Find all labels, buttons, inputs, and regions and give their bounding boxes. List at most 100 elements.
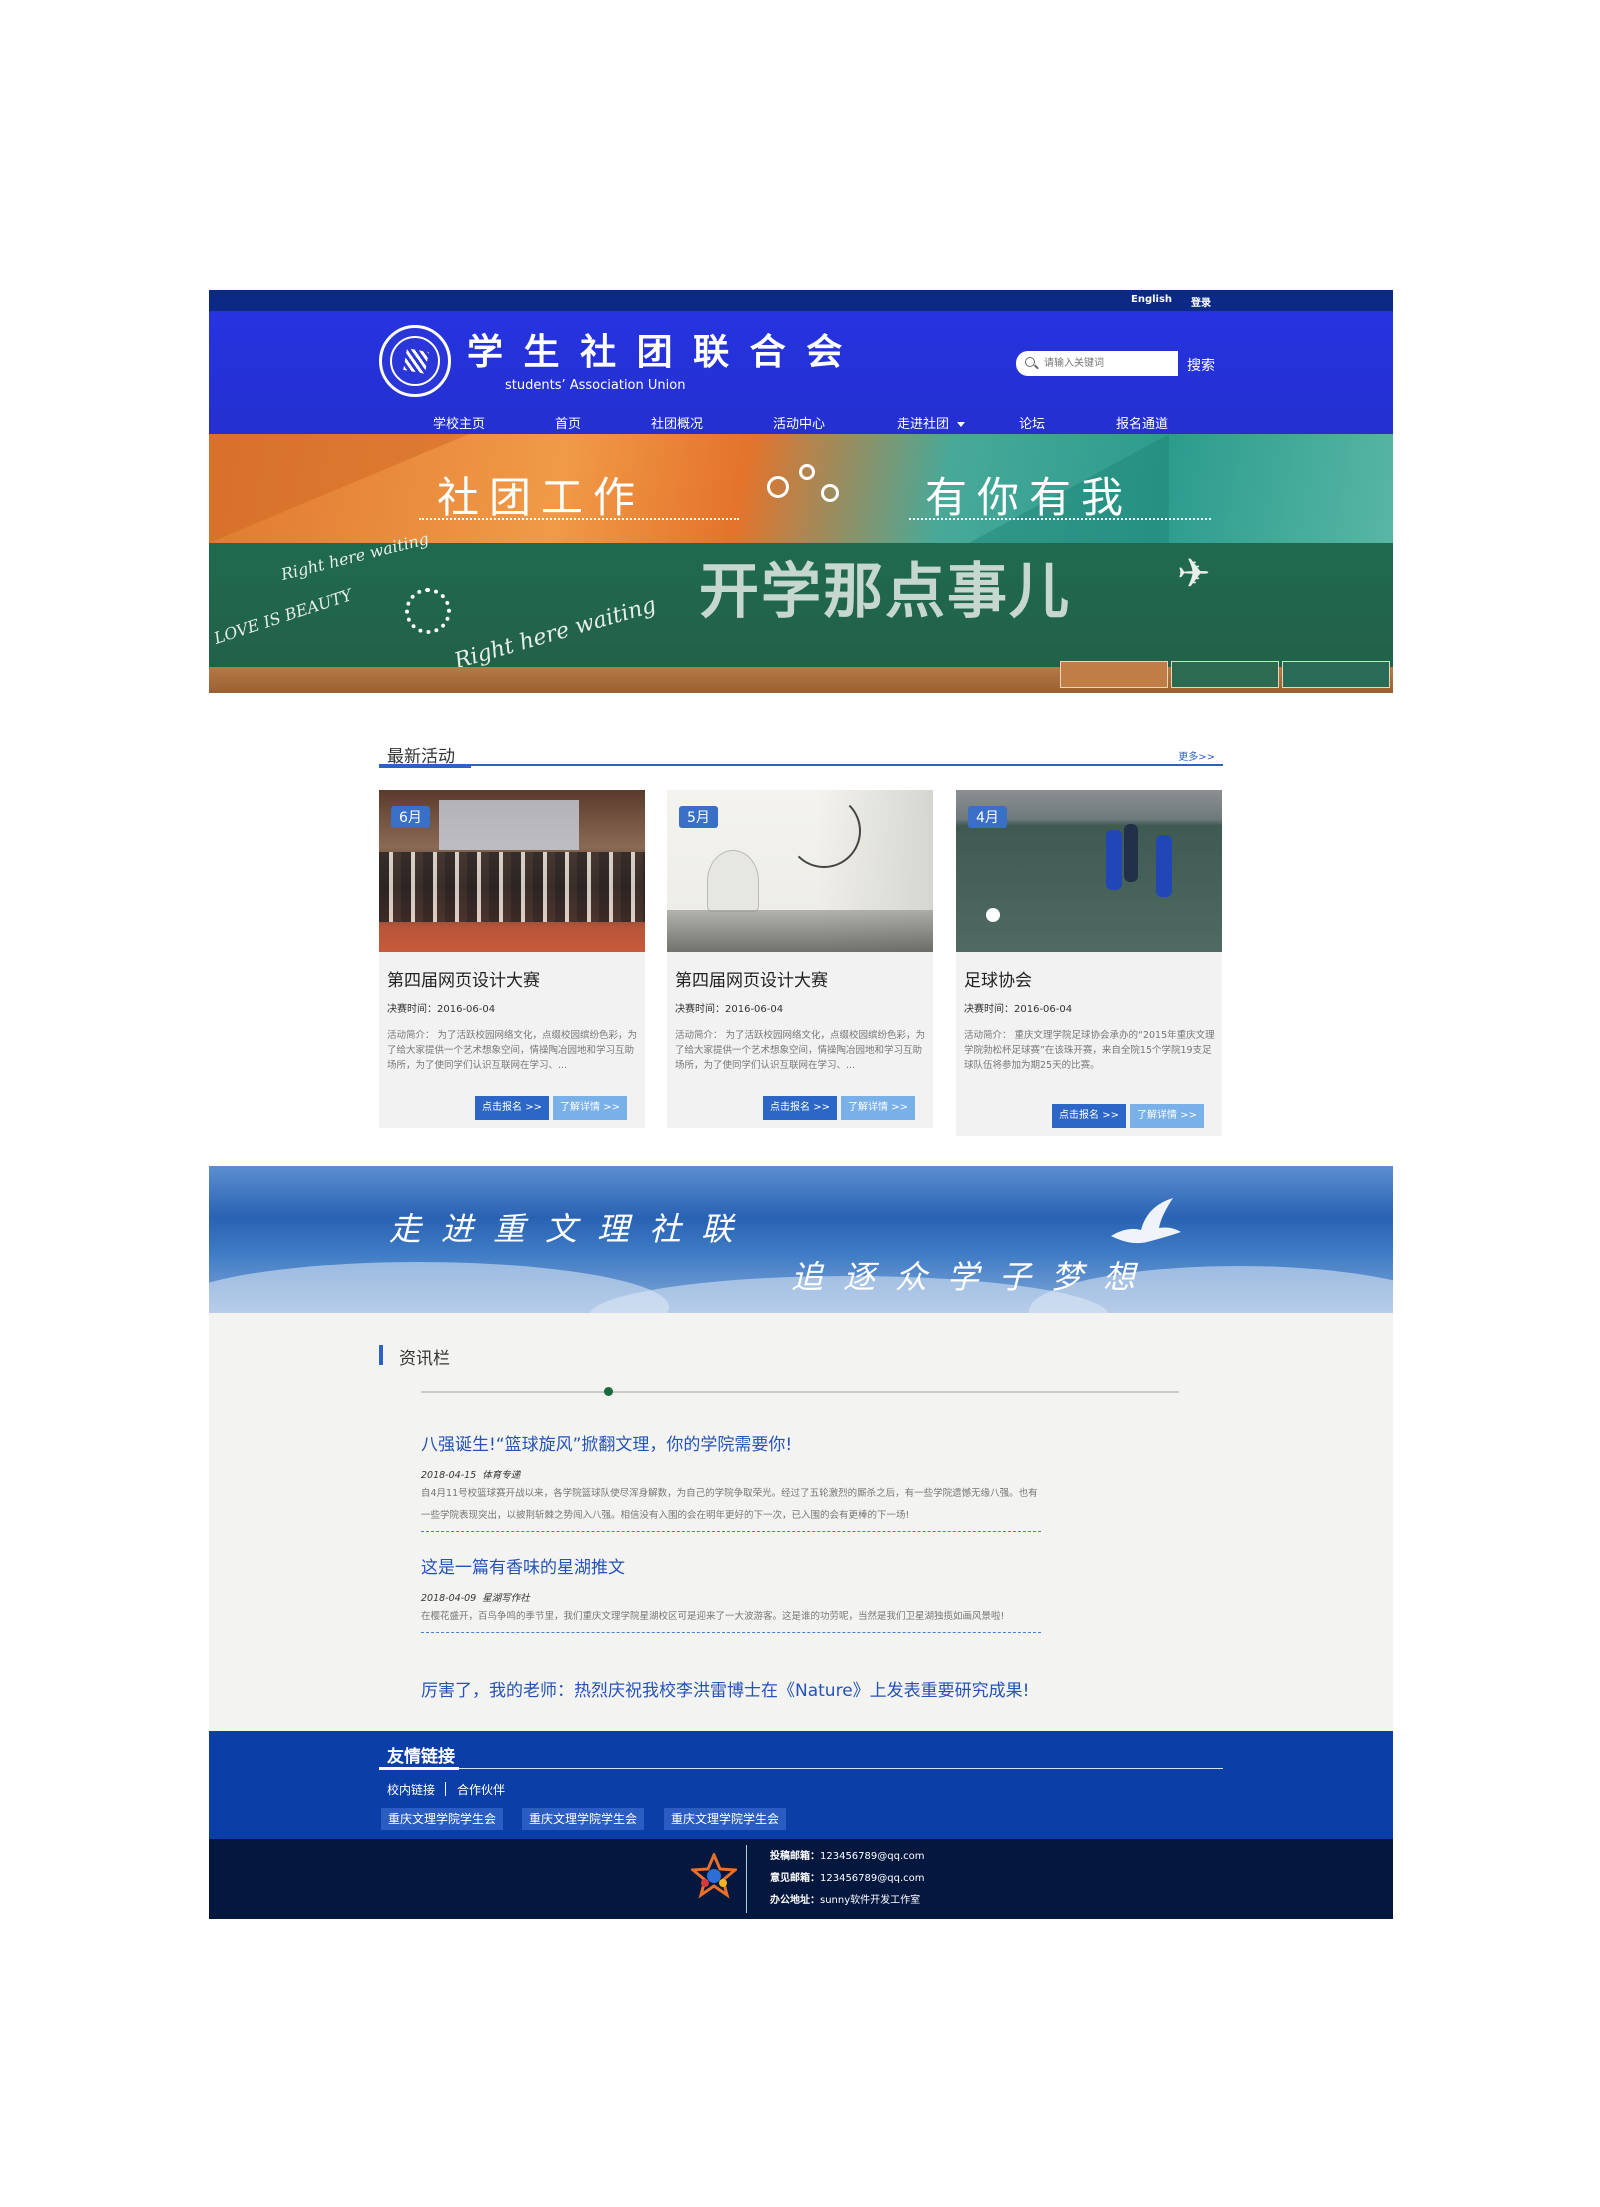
footer-value[interactable]: 123456789@qq.com (820, 1851, 925, 1862)
chalk-headline: 开学那点事儿 (699, 557, 1071, 627)
banner-chalkboard: 开学那点事儿 Right here waiting LOVE IS BEAUTY… (209, 529, 1393, 693)
english-link[interactable]: English (1131, 294, 1172, 305)
news-divider (421, 1391, 1179, 1393)
news-headline[interactable]: 厉害了，我的老师：热烈庆祝我校李洪雷博士在《Nature》上发表重要研究成果! (421, 1681, 1041, 1701)
ink-ground (667, 910, 933, 952)
nav-clubs[interactable]: 走进社团 (897, 413, 966, 432)
banner-thumb[interactable] (1282, 661, 1390, 688)
news-item: 厉害了，我的老师：热烈庆祝我校李洪雷博士在《Nature》上发表重要研究成果! (421, 1681, 1041, 1701)
sky-slogan-2: 追逐众学子梦想 (791, 1258, 1156, 1296)
tab-internal-links[interactable]: 校内链接 (387, 1781, 435, 1798)
signup-button[interactable]: 点击报名 >> (763, 1096, 837, 1120)
football (986, 908, 1000, 922)
site-logo[interactable] (379, 325, 451, 397)
sky-slogan-1: 走进重文理社联 (389, 1210, 754, 1248)
nav-overview[interactable]: 社团概况 (651, 413, 703, 432)
nav-home[interactable]: 首页 (555, 413, 581, 432)
news-meta: 2018-04-15 体育专递 (421, 1467, 1041, 1481)
tab-separator (445, 1782, 446, 1796)
logo-ring (390, 336, 440, 386)
signup-button[interactable]: 点击报名 >> (475, 1096, 549, 1120)
friend-link-chip[interactable]: 重庆文理学院学生会 (381, 1808, 504, 1830)
title-underline (379, 1767, 459, 1770)
activity-title[interactable]: 第四届网页设计大赛 (675, 966, 828, 991)
banner-thumb[interactable] (1171, 661, 1279, 688)
footer-value: sunny软件开发工作室 (820, 1895, 921, 1906)
lotus (707, 850, 759, 912)
footer-logo (691, 1853, 737, 1899)
molecule-icon (799, 464, 815, 480)
news-separator (421, 1531, 1041, 1532)
site-title: 学 生 社 团 联 合 会 (467, 331, 847, 373)
hero-banner: 社团工作 有你有我 开学那点事儿 Right here waiting LOVE… (209, 434, 1393, 693)
news-title: 资讯栏 (399, 1349, 450, 1369)
friend-link-chip[interactable]: 重庆文理学院学生会 (522, 1808, 645, 1830)
banner-headline-right: 有你有我 (925, 473, 1134, 522)
molecule-icon (767, 476, 789, 498)
footer-value[interactable]: 123456789@qq.com (820, 1873, 925, 1884)
news-headline[interactable]: 八强诞生!“篮球旋风”掀翻文理，你的学院需要你! (421, 1435, 1041, 1455)
activity-title[interactable]: 足球协会 (964, 966, 1032, 991)
activity-title[interactable]: 第四届网页设计大赛 (387, 966, 540, 991)
footer-label: 投稿邮箱： (770, 1851, 820, 1862)
news-headline[interactable]: 这是一篇有香味的星湖推文 (421, 1558, 1041, 1578)
paper-plane-icon: ✈ (1177, 551, 1211, 597)
details-button[interactable]: 了解详情 >> (841, 1096, 915, 1120)
top-utility-bar: English 登录 (209, 290, 1393, 311)
nav-school-home[interactable]: 学校主页 (433, 413, 485, 432)
footer-submit-email: 投稿邮箱：123456789@qq.com (770, 1847, 925, 1862)
stage-screen (439, 800, 579, 850)
nav-signup[interactable]: 报名通道 (1116, 413, 1168, 432)
tab-partners[interactable]: 合作伙伴 (457, 1781, 505, 1798)
news-section: 资讯栏 八强诞生!“篮球旋风”掀翻文理，你的学院需要你! 2018-04-15 体… (209, 1313, 1393, 1731)
sky-banner: 走进重文理社联 追逐众学子梦想 (209, 1166, 1393, 1313)
login-link[interactable]: 登录 (1191, 294, 1211, 309)
more-link[interactable]: 更多>> (1178, 748, 1215, 763)
news-item: 这是一篇有香味的星湖推文 2018-04-09 星湖写作社 在樱花盛开，百鸟争鸣的… (421, 1558, 1041, 1633)
banner-headline-left: 社团工作 (437, 473, 646, 522)
news-category[interactable]: 星湖写作社 (482, 1593, 530, 1604)
activity-card: 6月 第四届网页设计大赛 决赛时间：2016-06-04 活动简介： 为了活跃校… (379, 790, 645, 1128)
search-box (1016, 351, 1178, 376)
month-badge: 5月 (679, 806, 718, 828)
activity-card: 4月 足球协会 决赛时间：2016-06-04 活动简介： 重庆文理学院足球协会… (956, 790, 1222, 1136)
player (1156, 835, 1172, 897)
footer-feedback-email: 意见邮箱：123456789@qq.com (770, 1869, 925, 1884)
search-input[interactable] (1044, 355, 1170, 371)
banner-top-panel: 社团工作 有你有我 (209, 434, 1393, 543)
footer-label: 办公地址： (770, 1895, 820, 1906)
footer-office-address: 办公地址：sunny软件开发工作室 (770, 1891, 920, 1906)
banner-underline (419, 518, 739, 521)
doodle-text: Right here waiting (451, 592, 659, 675)
news-body: 在樱花盛开，百鸟争鸣的季节里，我们重庆文理学院星湖校区可是迎来了一大波游客。这是… (421, 1611, 1005, 1622)
molecule-icon (821, 484, 839, 502)
nav-clubs-label: 走进社团 (897, 417, 950, 432)
caret-down-icon (957, 422, 966, 427)
news-item: 八强诞生!“篮球旋风”掀翻文理，你的学院需要你! 2018-04-15 体育专递 … (421, 1435, 1041, 1532)
activity-desc: 活动简介： 为了活跃校园网络文化，点缀校园缤纷色彩，为了给大家提供一个艺术想象空… (387, 1030, 638, 1071)
nav-activity-center[interactable]: 活动中心 (773, 413, 825, 432)
news-date: 2018-04-09 (421, 1593, 477, 1604)
news-category[interactable]: 体育专递 (482, 1470, 520, 1481)
month-badge: 6月 (391, 806, 430, 828)
logo-emblem (403, 348, 429, 374)
main-nav: 学校主页 首页 社团概况 活动中心 走进社团 论坛 报名通道 (209, 407, 1393, 434)
title-underline (379, 764, 471, 768)
footer-divider (746, 1845, 747, 1913)
details-button[interactable]: 了解详情 >> (1130, 1104, 1204, 1128)
search-button[interactable]: 搜索 (1187, 355, 1215, 375)
news-title-bar (379, 1345, 383, 1365)
signup-button[interactable]: 点击报名 >> (1052, 1104, 1126, 1128)
friend-link-chip[interactable]: 重庆文理学院学生会 (664, 1808, 787, 1830)
activity-desc: 活动简介： 为了活跃校园网络文化，点缀校园缤纷色彩，为了给大家提供一个艺术想象空… (675, 1030, 926, 1071)
friends-title: 友情链接 (387, 1747, 455, 1767)
friends-divider (379, 1768, 1223, 1769)
banner-facet (209, 434, 469, 543)
nav-forum[interactable]: 论坛 (1019, 413, 1045, 432)
activity-desc: 活动简介： 重庆文理学院足球协会承办的“2015年重庆文理学院勃松杯足球赛”在该… (964, 1030, 1215, 1071)
banner-thumb[interactable] (1060, 661, 1168, 688)
news-separator (421, 1632, 1041, 1633)
details-button[interactable]: 了解详情 >> (553, 1096, 627, 1120)
timeline-dot (604, 1387, 613, 1396)
month-badge: 4月 (968, 806, 1007, 828)
